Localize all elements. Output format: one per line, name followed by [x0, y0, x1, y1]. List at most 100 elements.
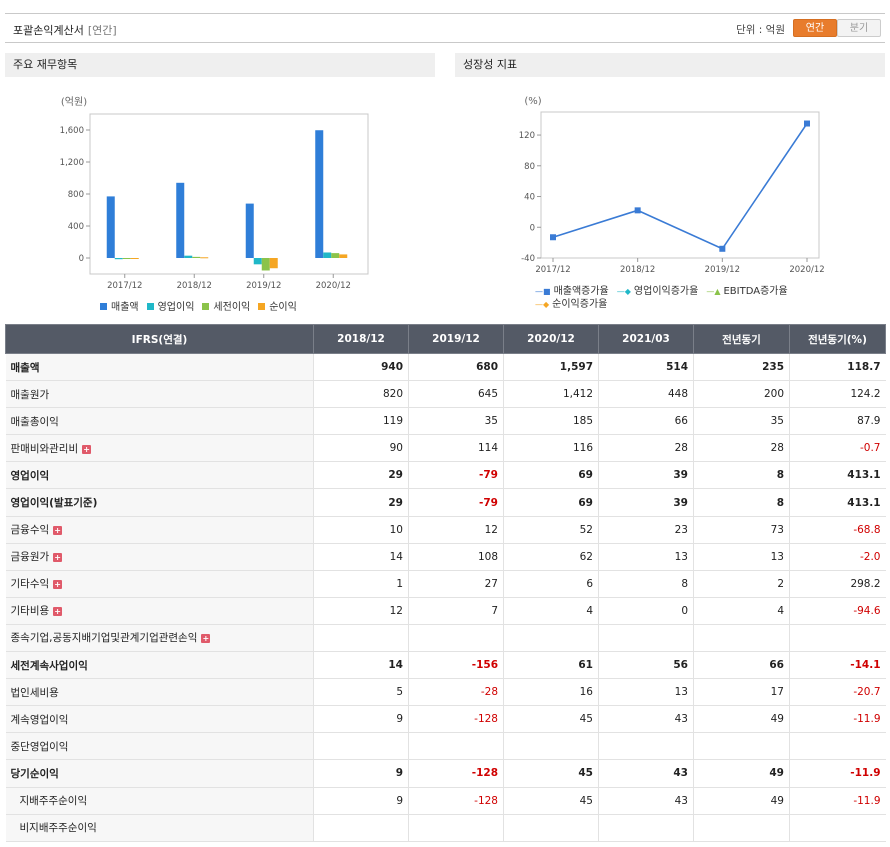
tab-quarter[interactable]: 분기 [837, 19, 881, 37]
table-cell: 1,412 [503, 380, 599, 409]
table-cell: 29 [313, 488, 409, 517]
row-label: 매출총이익 [5, 407, 314, 436]
column-header[interactable]: 전년동기(%) [789, 324, 886, 354]
table-cell [503, 624, 599, 653]
row-label: 영업이익(발표기준) [5, 488, 314, 517]
row-label: 영업이익 [5, 461, 314, 490]
table-cell: 645 [408, 380, 504, 409]
legend-item[interactable]: 영업이익 [146, 298, 194, 313]
table-cell [789, 814, 886, 842]
table-cell: 28 [598, 434, 694, 463]
table-row: 중단영업이익 [5, 732, 886, 761]
row-label[interactable]: 기타수익 + [5, 570, 314, 598]
row-label-text: 세전계속사업이익 [10, 659, 88, 672]
expand-icon[interactable]: + [201, 634, 211, 644]
row-label-text: 당기순이익 [10, 767, 59, 780]
table-cell: 73 [693, 516, 790, 544]
row-label[interactable]: 종속기업,공동지배기업및관계기업관련손익 + [5, 624, 314, 653]
row-label-text: 판매비와관리비 [10, 442, 79, 455]
sales-growth-point [804, 120, 810, 127]
table-cell: 124.2 [789, 380, 886, 409]
table-cell: 298.2 [789, 570, 886, 598]
y-tick-label: 400 [68, 222, 84, 232]
table-cell: 9 [313, 787, 409, 815]
sales-bar [106, 196, 115, 258]
column-header[interactable]: 전년동기 [693, 324, 790, 354]
table-cell: 118.7 [789, 353, 886, 382]
legend-item[interactable]: 순이익 [258, 298, 297, 313]
statement-header: 포괄손익계산서 [연간] 단위 : 억원 연간 분기 [5, 13, 885, 43]
table-cell [408, 732, 504, 761]
tab-annual[interactable]: 연간 [793, 19, 837, 37]
expand-icon[interactable]: + [82, 444, 92, 454]
table-cell [408, 814, 504, 842]
legend-item[interactable]: —◆ 영업이익증가율 [617, 285, 699, 298]
growth-indicators-title: 성장성 지표 [455, 53, 885, 77]
legend-item[interactable]: 세전이익 [202, 298, 250, 313]
column-header[interactable]: 2021/03 [598, 324, 694, 354]
net-income-bar [269, 258, 278, 269]
row-label: 중단영업이익 [5, 732, 314, 761]
legend-item[interactable]: —◆ 순이익증가율 [535, 298, 607, 311]
sales-growth-point [719, 245, 726, 252]
table-cell: 13 [693, 543, 790, 571]
expand-icon[interactable]: + [53, 580, 63, 590]
row-label[interactable]: 판매비와관리비 + [5, 434, 314, 463]
row-label-text: 매출액 [10, 361, 40, 374]
table-cell: 4 [503, 597, 599, 625]
table-cell: 200 [693, 380, 790, 409]
table-cell [503, 732, 599, 761]
legend-item[interactable]: 매출액 [100, 298, 139, 313]
column-header[interactable]: 2019/12 [408, 324, 504, 354]
table-row: 세전계속사업이익 14 -156 61 56 66 -14.1 [5, 651, 886, 680]
legend-swatch [100, 303, 107, 310]
sales-bar [176, 182, 185, 258]
x-tick-label: 2019/12 [246, 281, 281, 290]
legend-item[interactable]: —■ 매출액증가율 [535, 285, 609, 298]
column-header[interactable]: 2020/12 [503, 324, 599, 354]
income-statement-table: IFRS(연결) 2018/12 2019/12 2020/12 2021/03 전년동기… [5, 324, 886, 842]
table-cell: 9 [313, 705, 409, 734]
row-label: 법인세비용 [5, 678, 314, 707]
table-row: 기타수익 +1 27 6 8 2 298.2 [5, 570, 886, 598]
table-cell: 69 [503, 461, 599, 490]
legend-marker: —◆ [616, 287, 631, 296]
x-tick-label: 2017/12 [535, 265, 570, 275]
x-tick-label: 2018/12 [177, 281, 212, 290]
table-cell: 49 [693, 787, 790, 815]
row-label-text: 금융수익 [10, 524, 50, 537]
legend-label: 매출액증가율 [553, 286, 609, 297]
table-cell: -11.9 [789, 759, 886, 788]
legend-marker: —◆ [535, 300, 550, 309]
table-row: 매출원가 820 645 1,412 448 200 124.2 [5, 380, 886, 409]
column-header[interactable]: 2018/12 [313, 324, 409, 354]
table-cell: 45 [503, 759, 599, 788]
row-label-text: 영업이익(발표기준) [10, 497, 98, 510]
table-cell: 49 [693, 705, 790, 734]
table-cell: 185 [503, 407, 599, 436]
table-cell: -11.9 [789, 705, 886, 734]
table-cell: -156 [408, 651, 504, 680]
table-cell: 61 [503, 651, 599, 680]
expand-icon[interactable]: + [53, 526, 63, 536]
table-cell: 52 [503, 516, 599, 544]
row-label[interactable]: 금융수익 + [5, 516, 314, 544]
table-row: 매출액 940 680 1,597 514 235 118.7 [5, 353, 886, 382]
x-tick-label: 2020/12 [789, 265, 824, 275]
table-cell [789, 624, 886, 653]
table-cell: 17 [693, 678, 790, 707]
legend-marker: —■ [535, 287, 551, 296]
expand-icon[interactable]: + [53, 607, 63, 617]
table-cell [693, 814, 790, 842]
table-cell: 45 [503, 705, 599, 734]
row-label[interactable]: 기타비용 + [5, 597, 314, 625]
legend-item[interactable]: —▲ EBITDA증가율 [706, 285, 787, 298]
table-cell: 35 [408, 407, 504, 436]
row-label-text: 기타수익 [10, 578, 50, 591]
table-cell: 119 [313, 407, 409, 436]
op-income-bar [184, 255, 193, 258]
row-label[interactable]: 금융원가 + [5, 543, 314, 571]
table-cell: 1 [313, 570, 409, 598]
table-cell: 514 [598, 353, 694, 382]
expand-icon[interactable]: + [53, 553, 63, 563]
